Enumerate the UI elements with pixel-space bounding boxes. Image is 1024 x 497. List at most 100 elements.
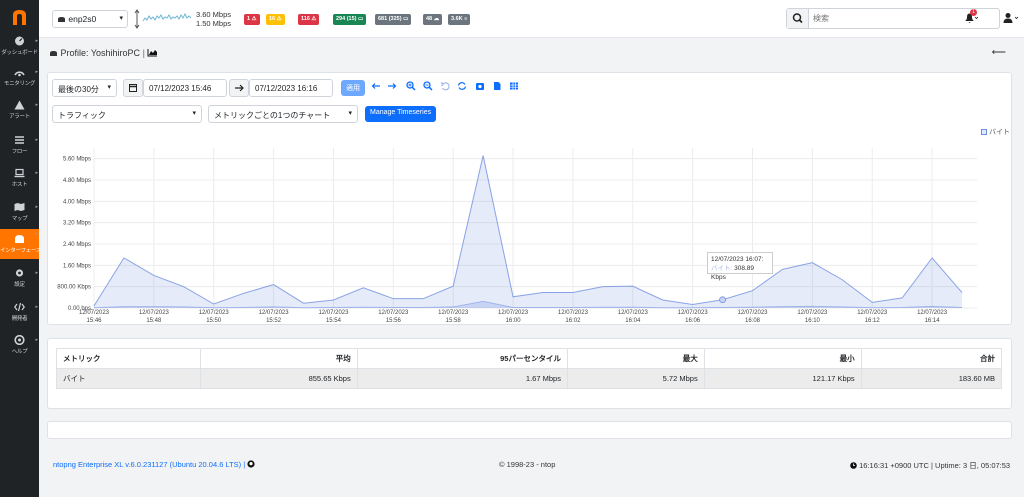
interface-select[interactable]: enp2s0 ▾ <box>52 10 128 28</box>
github-icon[interactable] <box>247 460 255 468</box>
zoom-out-icon[interactable] <box>423 81 433 91</box>
x-tick-time: 15:54 <box>326 318 342 324</box>
back-arrow-icon[interactable]: ⟵ <box>992 47 1006 58</box>
title-separator: | <box>142 48 145 58</box>
refresh-icon[interactable] <box>457 81 467 91</box>
y-tick-label: 3.20 Mbps <box>63 221 91 227</box>
chart-mode-value: メトリックごとの1つのチャート <box>214 111 331 120</box>
status-badge[interactable]: 3.6K ≡ <box>448 14 471 25</box>
tooltip-time: 12/07/2023 16:07: <box>711 256 764 263</box>
shift-forward-icon[interactable] <box>387 81 397 91</box>
time-range-value: 最後の30分 <box>58 85 99 94</box>
sidebar: ダッシュボード ▸ モニタリング ▸ アラート ▸ フロー ▸ ホスト ▸ マップ ▸ インターフェース… <box>0 0 41 497</box>
warning-icon: ⚠ <box>311 16 317 22</box>
x-tick-date: 12/07/2023 <box>259 310 290 316</box>
column-header[interactable]: 最大 <box>566 348 705 369</box>
column-header[interactable]: 95パーセンタイル <box>356 348 568 369</box>
x-tick-time: 16:04 <box>625 318 641 324</box>
status-badge[interactable]: 294 (15) ▭ <box>333 14 367 25</box>
hover-point <box>719 296 726 304</box>
notifications-button[interactable]: 1 <box>964 9 979 26</box>
stats-table: メトリック 平均 95パーセンタイル 最大 最小 合計 バイト 855.65 Kbps 1.6… <box>56 348 1003 389</box>
sidebar-item-hosts[interactable]: ホスト ▸ <box>0 168 39 198</box>
y-tick-label: 5.60 Mbps <box>63 157 91 163</box>
traffic-chart[interactable]: 0.00 bps800.00 Kbps1.60 Mbps2.40 Mbps3.2… <box>47 140 1012 330</box>
status-badge[interactable]: 681 (325) ▭ <box>375 14 412 25</box>
sidebar-item-label: ホスト <box>11 182 28 188</box>
sidebar-item-dashboard[interactable]: ダッシュボード ▸ <box>0 36 39 66</box>
sidebar-item-alert[interactable]: アラート ▸ <box>0 100 39 130</box>
metric-select[interactable]: トラフィック ▾ <box>52 105 202 123</box>
settings-icon <box>15 269 24 277</box>
sidebar-item-monitoring[interactable]: モニタリング ▸ <box>0 67 39 97</box>
page-title-text: Profile: YoshihiroPC <box>60 48 141 58</box>
x-tick-time: 15:58 <box>446 318 462 324</box>
column-header[interactable]: 最小 <box>703 348 862 369</box>
empty-card <box>47 421 1012 439</box>
manage-timeseries-button[interactable]: Manage Timeseries <box>365 106 437 122</box>
sidebar-item-help[interactable]: ヘルプ ▸ <box>0 335 39 365</box>
y-tick-label: 800.00 Kbps <box>57 285 91 291</box>
y-tick-label: 4.00 Mbps <box>63 199 91 205</box>
column-header[interactable]: 平均 <box>199 348 358 369</box>
zoom-in-icon[interactable] <box>406 81 416 91</box>
x-tick-time: 15:46 <box>86 318 102 324</box>
ntop-logo[interactable] <box>11 9 28 26</box>
throughput-sparkline[interactable] <box>133 9 193 29</box>
start-datetime-value: 07/12/2023 15:46 <box>149 84 212 93</box>
undo-icon[interactable] <box>440 81 450 91</box>
alert-icon <box>14 100 25 110</box>
hosts-icon <box>14 168 25 178</box>
badge-count: 48 <box>426 16 433 22</box>
caret-right-icon: ▸ <box>35 270 38 276</box>
caret-right-icon: ▸ <box>35 170 38 176</box>
column-header[interactable]: メトリック <box>56 348 201 369</box>
csv-file-icon[interactable] <box>492 81 502 91</box>
badge-count: 1 <box>247 16 251 22</box>
sidebar-item-map[interactable]: マップ ▸ <box>0 202 39 232</box>
status-badge[interactable]: 48 ☁ <box>423 14 443 25</box>
status-badge[interactable]: 16 ⚠ <box>266 14 285 25</box>
sidebar-item-label: アラート <box>9 114 30 120</box>
sidebar-item-label: フロー <box>11 149 28 155</box>
end-datetime-input[interactable]: 07/12/2023 16:16 <box>249 79 333 97</box>
caret-right-icon: ▸ <box>35 102 38 108</box>
throughput-up: 3.60 Mbps <box>196 10 232 19</box>
sidebar-item-label: ヘルプ <box>11 349 28 355</box>
updown-arrows-icon <box>134 9 140 29</box>
laptop-icon: ▭ <box>403 16 409 22</box>
chart-legend[interactable]: バイト <box>981 127 1010 137</box>
status-badge[interactable]: 1 ⚠ <box>244 14 260 25</box>
shift-back-icon[interactable] <box>371 81 381 91</box>
x-tick-time: 16:14 <box>925 318 941 324</box>
start-datetime-input[interactable]: 07/12/2023 15:46 <box>143 79 227 97</box>
x-tick-date: 12/07/2023 <box>79 310 110 316</box>
camera-icon[interactable] <box>475 81 485 91</box>
search-button[interactable] <box>787 9 809 28</box>
x-tick-date: 12/07/2023 <box>558 310 589 316</box>
user-icon <box>1003 13 1019 23</box>
status-badge[interactable]: 116 ⚠ <box>298 14 320 25</box>
sidebar-item-settings[interactable]: 設定 ▸ <box>0 268 39 298</box>
column-header[interactable]: 合計 <box>860 348 1003 369</box>
warning-icon: ⚠ <box>251 16 257 22</box>
badge-count: 681 (325) <box>378 16 402 22</box>
chart-mode-select[interactable]: メトリックごとの1つのチャート ▾ <box>208 105 358 123</box>
x-tick-time: 15:48 <box>146 318 162 324</box>
apply-button[interactable]: 適用 <box>341 80 365 96</box>
caret-right-icon: ▸ <box>35 231 38 237</box>
table-cell: 855.65 Kbps <box>199 368 358 389</box>
sidebar-item-flows[interactable]: フロー ▸ <box>0 135 39 165</box>
uptime-text: 16:16:31 +0900 UTC | Uptime: 3 日, 05:07:… <box>859 461 1011 470</box>
sidebar-item-developer[interactable]: 開発者 ▸ <box>0 302 39 332</box>
calendar-button[interactable] <box>123 79 143 97</box>
table-icon[interactable] <box>509 81 519 91</box>
time-range-select[interactable]: 最後の30分 ▾ <box>52 79 117 97</box>
sidebar-item-label: ダッシュボード <box>1 50 38 56</box>
user-menu-button[interactable] <box>1003 12 1019 26</box>
version-info[interactable]: ntopng Enterprise XL v.6.0.231127 (Ubunt… <box>53 460 255 469</box>
area-chart-icon[interactable] <box>147 48 158 57</box>
sidebar-item-interface[interactable]: インターフェース ▸ <box>0 229 41 259</box>
x-tick-time: 16:02 <box>565 318 581 324</box>
flows-icon <box>15 136 24 144</box>
